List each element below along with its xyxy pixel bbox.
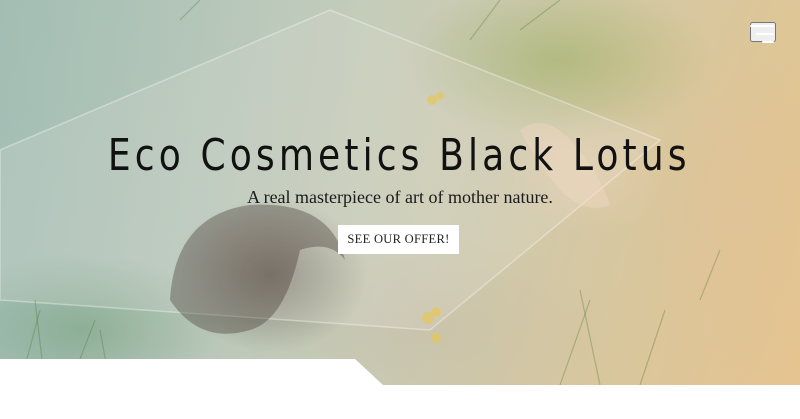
hero-title: Eco Cosmetics Black Lotus xyxy=(107,130,691,181)
hero-subtitle: A real masterpiece of art of mother natu… xyxy=(247,187,553,207)
content-section xyxy=(0,385,800,419)
see-offer-button[interactable]: SEE OUR OFFER! xyxy=(338,225,459,254)
menu-icon-line-bottom xyxy=(762,41,774,43)
hero-banner: Eco Cosmetics Black Lotus A real masterp… xyxy=(0,0,800,385)
menu-icon-line-top xyxy=(750,25,774,27)
menu-icon-line-middle xyxy=(756,33,774,35)
hamburger-menu-button[interactable] xyxy=(750,22,776,43)
